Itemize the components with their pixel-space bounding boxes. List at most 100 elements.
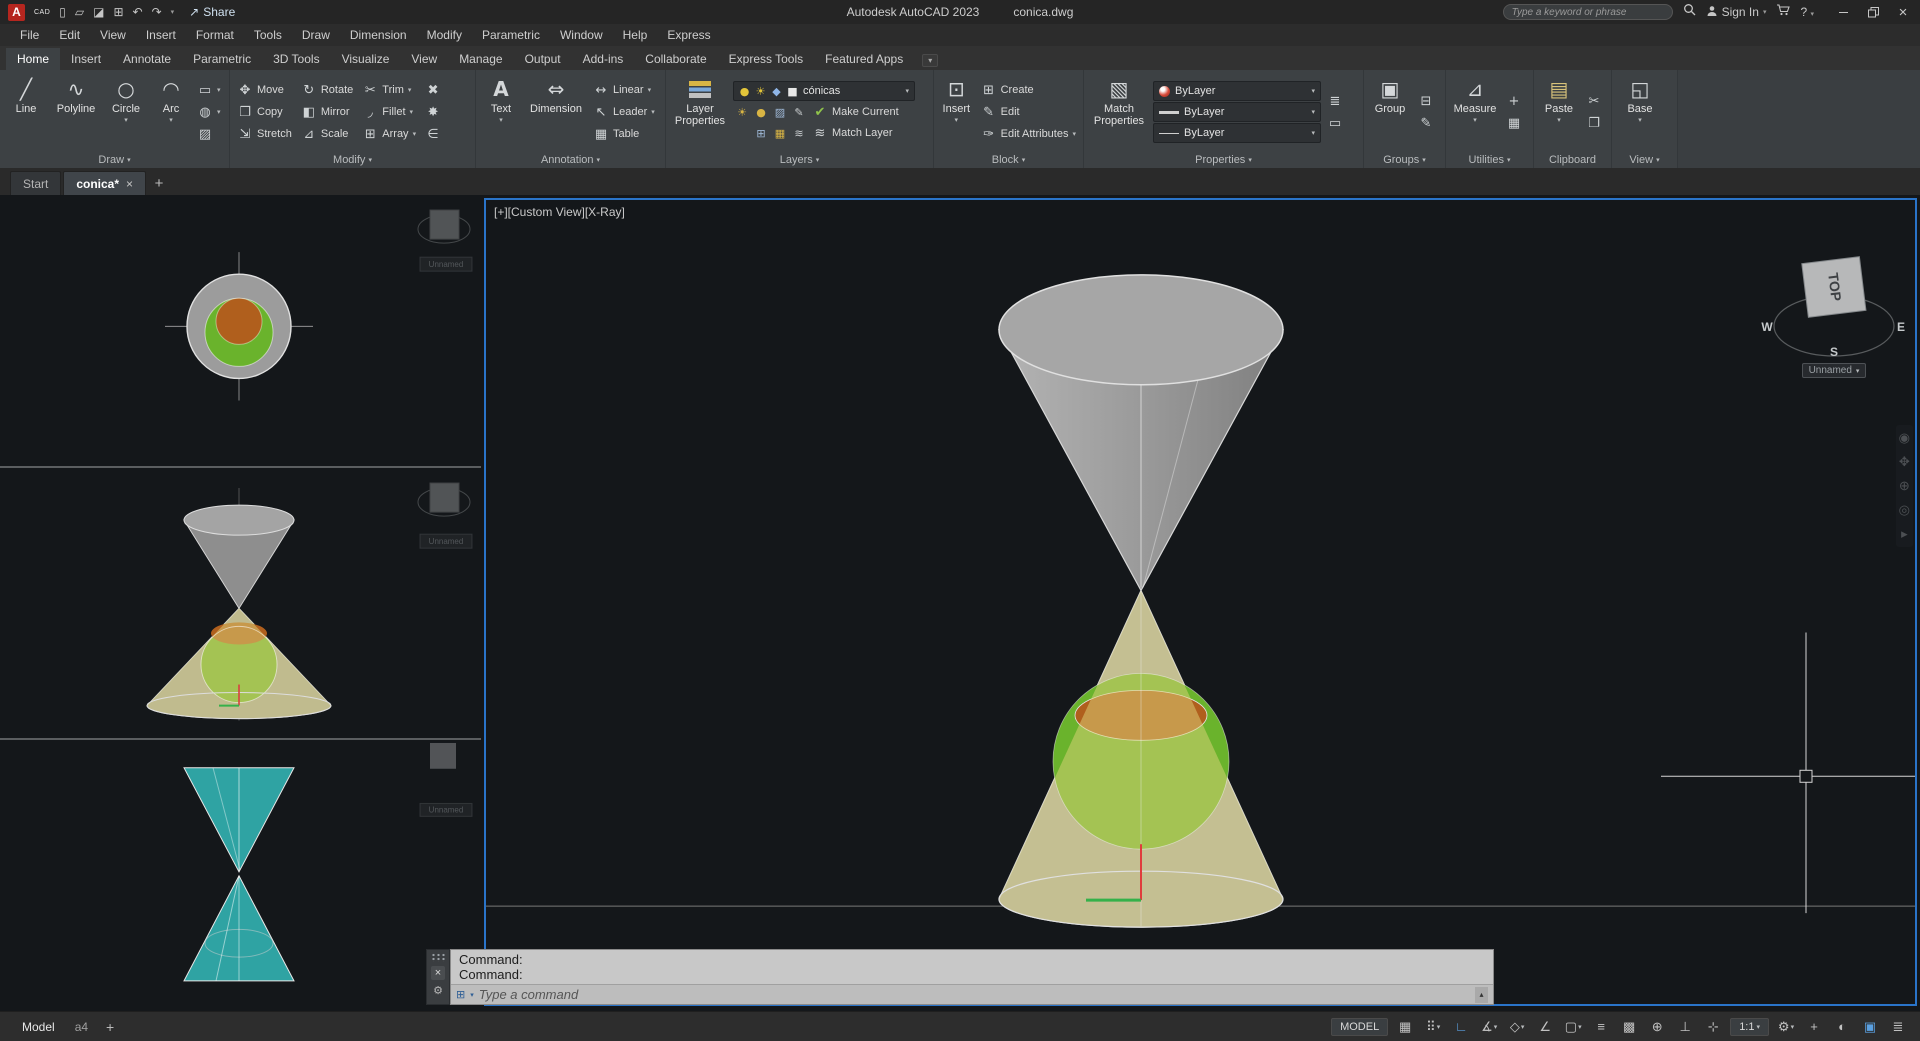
menu-file[interactable]: File <box>10 28 49 42</box>
file-tab-conica[interactable]: conica* × <box>63 171 147 195</box>
close-tab-icon[interactable]: × <box>126 177 133 191</box>
modify-more-button[interactable]: ∈ <box>422 124 444 144</box>
ribbon-tab-annotate[interactable]: Annotate <box>112 48 182 70</box>
layer-walk-icon[interactable]: ▦ <box>771 125 789 141</box>
drag-handle-icon[interactable] <box>431 953 445 962</box>
rotate-button[interactable]: ↻ Rotate <box>298 80 356 100</box>
ribbon-display-toggle[interactable]: ▾ <box>922 54 939 67</box>
close-button[interactable]: × <box>1888 0 1918 24</box>
quick-calc-button[interactable]: ▦ <box>1503 113 1525 133</box>
graphics-performance-toggle[interactable]: ▣ <box>1857 1016 1883 1038</box>
view-panel-label[interactable]: View ▾ <box>1612 151 1677 168</box>
object-snap-tracking-toggle[interactable]: ∠ <box>1532 1016 1558 1038</box>
zoom-icon[interactable]: ⊕ <box>1899 478 1910 494</box>
menu-dimension[interactable]: Dimension <box>340 28 417 42</box>
search-input[interactable] <box>1502 4 1673 20</box>
file-tab-start[interactable]: Start <box>10 171 62 195</box>
dimension-button[interactable]: ⇔ Dimension <box>525 73 587 151</box>
properties-panel-label[interactable]: Properties ▾ <box>1084 151 1363 168</box>
top-view-canvas[interactable]: Unnamed <box>0 195 481 466</box>
ribbon-tab-parametric[interactable]: Parametric <box>182 48 262 70</box>
layer-dropdown[interactable]: ● ☀ ◆ ■ cónicas ▾ <box>733 81 915 101</box>
match-layer-button[interactable]: ≋ Match Layer <box>809 123 896 143</box>
model-space-toggle[interactable]: MODEL <box>1331 1017 1389 1036</box>
customization-button[interactable]: ≣ <box>1885 1016 1911 1038</box>
command-window-grip[interactable]: × ⚙ <box>426 949 450 1005</box>
layer-off-icon[interactable]: ☀ <box>733 104 751 120</box>
id-point-button[interactable]: + <box>1503 91 1525 111</box>
section-view-canvas[interactable]: Unnamed <box>0 740 481 1011</box>
menu-draw[interactable]: Draw <box>292 28 340 42</box>
viewcube-ghost[interactable] <box>417 482 471 517</box>
named-view-ghost[interactable]: Unnamed <box>419 256 473 272</box>
annotation-scale-button[interactable]: 1:1 ▾ <box>1730 1017 1769 1036</box>
viewcube-ghost[interactable] <box>417 209 471 244</box>
linetype-dropdown[interactable]: ByLayer ▾ <box>1153 123 1321 143</box>
qat-customize-caret[interactable]: ▾ <box>171 8 175 16</box>
compass-west[interactable]: W <box>1761 320 1773 334</box>
cut-button[interactable]: ✂ <box>1583 91 1605 111</box>
table-button[interactable]: ▦ Table <box>590 124 658 144</box>
polyline-button[interactable]: ∿ Polyline <box>51 73 101 151</box>
transparency-button[interactable]: ▭ <box>1324 113 1346 133</box>
circle-button[interactable]: ○ Circle ▾ <box>104 73 148 151</box>
draw-panel-label[interactable]: Draw ▾ <box>0 151 229 168</box>
navigation-bar[interactable]: ◉ ✥ ⊕ ◎ ▸ <box>1895 425 1913 547</box>
undo-icon[interactable]: ↶ <box>133 6 143 18</box>
rectangle-button[interactable]: ▭ ▾ <box>194 80 224 100</box>
viewport-controls-label[interactable]: [+][Custom View][X-Ray] <box>494 205 625 219</box>
menu-insert[interactable]: Insert <box>136 28 186 42</box>
recent-commands-icon[interactable]: ▾ <box>470 991 474 999</box>
text-button[interactable]: A Text ▾ <box>480 73 522 151</box>
active-viewport[interactable]: [+][Custom View][X-Ray] W S E TOP Unname… <box>484 198 1917 1006</box>
utilities-panel-label[interactable]: Utilities ▾ <box>1446 151 1533 168</box>
scale-button[interactable]: ⊿ Scale <box>298 124 356 144</box>
make-current-button[interactable]: ✔ Make Current <box>809 102 902 122</box>
open-icon[interactable]: ▱ <box>75 6 84 18</box>
layer-properties-button[interactable]: Layer Properties <box>670 73 730 151</box>
ribbon-tab-output[interactable]: Output <box>514 48 572 70</box>
fillet-button[interactable]: ◞ Fillet ▾ <box>359 102 419 122</box>
object-snap-toggle[interactable]: ▢ ▾ <box>1560 1016 1586 1038</box>
move-button[interactable]: ✥ Move <box>234 80 295 100</box>
ribbon-tab-home[interactable]: Home <box>6 48 61 70</box>
named-view-dropdown[interactable]: Unnamed ▾ <box>1801 363 1867 378</box>
measure-button[interactable]: ⊿ Measure ▾ <box>1450 73 1500 151</box>
command-input[interactable]: ⊞ ▾ Type a command ▴ <box>451 984 1493 1004</box>
dynamic-input-toggle[interactable]: ⊹ <box>1700 1016 1726 1038</box>
edit-block-button[interactable]: ✎ Edit <box>978 102 1079 122</box>
grid-toggle[interactable]: ▦ <box>1392 1016 1418 1038</box>
erase-button[interactable]: ✖ <box>422 80 444 100</box>
viewcube[interactable]: W S E TOP Unnamed ▾ <box>1759 240 1909 378</box>
viewport-section-view[interactable]: Unnamed <box>0 740 481 1011</box>
command-history[interactable]: Command: Command: <box>451 950 1493 984</box>
command-options-icon[interactable]: ⊞ <box>456 988 465 1001</box>
help-button[interactable]: ? ▾ <box>1800 5 1814 19</box>
new-layout-button[interactable]: + <box>100 1019 120 1035</box>
ribbon-tab-manage[interactable]: Manage <box>448 48 513 70</box>
show-motion-icon[interactable]: ▸ <box>1899 526 1910 542</box>
ribbon-tab-view[interactable]: View <box>400 48 448 70</box>
command-scroll-up-icon[interactable]: ▴ <box>1475 986 1488 1003</box>
new-drawing-icon[interactable]: ▯ <box>59 6 66 18</box>
isodraft-toggle[interactable]: ◇ ▾ <box>1504 1016 1530 1038</box>
selection-cycling-toggle[interactable]: ⊕ <box>1644 1016 1670 1038</box>
menu-help[interactable]: Help <box>613 28 658 42</box>
ribbon-tab-visualize[interactable]: Visualize <box>331 48 401 70</box>
ribbon-tab-featured-apps[interactable]: Featured Apps <box>814 48 914 70</box>
explode-button[interactable]: ✸ <box>422 102 444 122</box>
pan-icon[interactable]: ✥ <box>1899 454 1910 470</box>
named-view-ghost[interactable]: Unnamed <box>419 803 473 818</box>
properties-list-button[interactable]: ≣ <box>1324 91 1346 111</box>
create-block-button[interactable]: ⊞ Create <box>978 80 1079 100</box>
viewport-top-view[interactable]: Unnamed <box>0 195 481 466</box>
annotation-panel-label[interactable]: Annotation ▾ <box>476 151 665 168</box>
model-space-canvas[interactable] <box>486 200 1915 1004</box>
viewport-front-view[interactable]: Unnamed <box>0 468 481 739</box>
mirror-button[interactable]: ◧ Mirror <box>298 102 356 122</box>
ellipse-button[interactable]: ◍ ▾ <box>194 102 224 122</box>
redo-icon[interactable]: ↷ <box>152 6 162 18</box>
object-color-dropdown[interactable]: ByLayer ▾ <box>1153 81 1321 101</box>
snap-toggle[interactable]: ⠿ ▾ <box>1420 1016 1446 1038</box>
layer-freeze-icon[interactable]: ▨ <box>771 104 789 120</box>
